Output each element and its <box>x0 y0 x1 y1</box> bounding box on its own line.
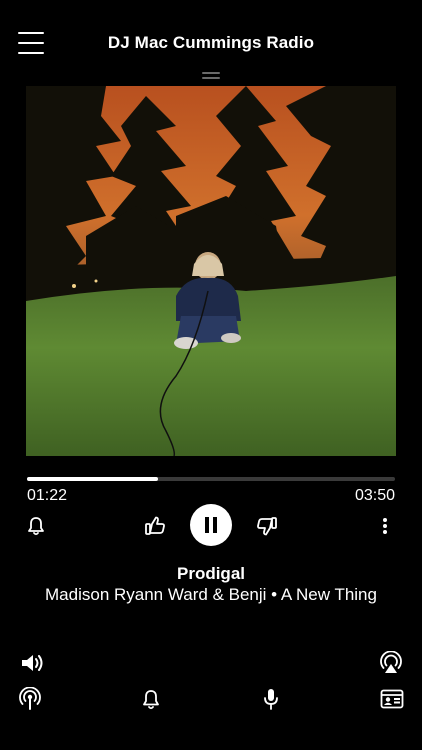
alerts-bell-icon[interactable] <box>140 687 162 711</box>
contact-card-icon[interactable] <box>379 687 405 711</box>
total-time: 03:50 <box>354 487 395 504</box>
more-vertical-icon[interactable] <box>378 514 392 538</box>
progress-fill <box>27 477 158 481</box>
elapsed-time: 01:22 <box>27 487 68 504</box>
drag-handle-icon[interactable] <box>202 72 220 81</box>
airplay-icon[interactable] <box>378 650 404 676</box>
thumbs-down-icon[interactable] <box>255 514 279 538</box>
pause-button[interactable] <box>190 504 232 546</box>
microphone-icon[interactable] <box>261 687 281 711</box>
now-playing-screen: DJ Mac Cummings Radio 01:22 03:50 Prodig… <box>0 0 422 750</box>
volume-icon[interactable] <box>19 650 45 676</box>
thumbs-up-icon[interactable] <box>143 514 167 538</box>
track-title: Prodigal <box>176 564 245 583</box>
header: DJ Mac Cummings Radio <box>0 0 422 80</box>
progress-slider[interactable] <box>27 477 395 481</box>
album-artwork <box>26 86 396 456</box>
page-title: DJ Mac Cummings Radio <box>107 33 315 52</box>
podcast-icon[interactable] <box>17 686 43 712</box>
bell-icon[interactable] <box>26 514 46 538</box>
pause-icon <box>205 517 217 533</box>
track-artist-album: Madison Ryann Ward & Benji • A New Thing <box>45 585 377 604</box>
